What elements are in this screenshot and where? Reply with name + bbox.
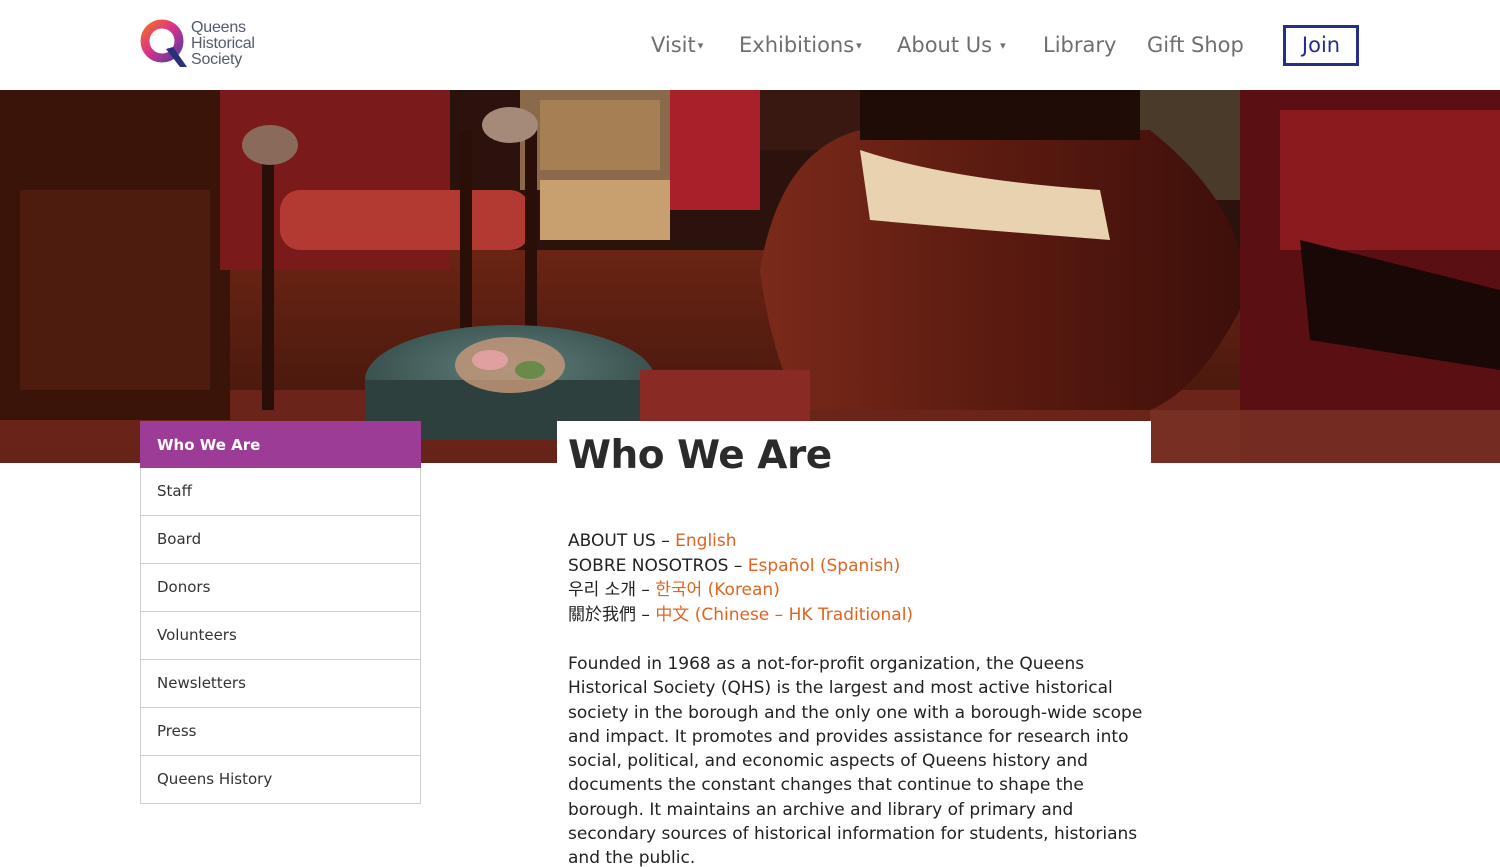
- language-link-korean[interactable]: 한국어 (Korean): [655, 580, 780, 600]
- nav-exhibitions-label: Exhibitions: [739, 33, 855, 57]
- sidebar-item-who-we-are[interactable]: Who We Are: [140, 421, 421, 468]
- nav-about-label: About Us: [897, 33, 993, 57]
- parlor-photo: [0, 90, 1500, 463]
- nav-library[interactable]: Library: [1043, 30, 1116, 60]
- language-prefix: SOBRE NOSOTROS –: [568, 555, 748, 576]
- nav-about-us[interactable]: About Us ▾: [897, 30, 1006, 64]
- sidebar-nav: Who We Are Staff Board Donors Volunteers…: [140, 421, 421, 804]
- sidebar-item-volunteers[interactable]: Volunteers: [140, 612, 421, 660]
- language-line-spanish: SOBRE NOSOTROS – Español (Spanish): [568, 554, 913, 579]
- language-link-chinese[interactable]: 中文 (Chinese – HK Traditional): [655, 605, 913, 625]
- site-header: Queens Historical Society Visit ▾ Exhibit…: [0, 0, 1500, 90]
- nav-visit[interactable]: Visit ▾: [651, 30, 703, 64]
- page-title: Who We Are: [568, 433, 832, 478]
- sidebar-item-staff[interactable]: Staff: [140, 468, 421, 516]
- language-prefix: 關於我們 –: [568, 604, 656, 625]
- nav-gift-shop-label: Gift Shop: [1147, 33, 1244, 57]
- logo-wordmark: Queens Historical Society: [191, 19, 255, 68]
- sidebar-item-queens-history[interactable]: Queens History: [140, 756, 421, 804]
- chevron-down-icon: ▾: [1000, 39, 1006, 52]
- language-line-english: ABOUT US – English: [568, 529, 913, 554]
- hero-image: [0, 90, 1500, 463]
- nav-gift-shop[interactable]: Gift Shop: [1147, 30, 1244, 60]
- nav-library-label: Library: [1043, 33, 1117, 57]
- nav-visit-label: Visit: [651, 33, 696, 57]
- nav-exhibitions[interactable]: Exhibitions ▾: [739, 30, 862, 64]
- language-line-chinese: 關於我們 – 中文 (Chinese – HK Traditional): [568, 603, 913, 628]
- site-logo[interactable]: Queens Historical Society: [140, 19, 270, 71]
- language-prefix: 우리 소개 –: [568, 580, 656, 600]
- sidebar-item-press[interactable]: Press: [140, 708, 421, 756]
- join-button[interactable]: Join: [1283, 25, 1359, 66]
- language-links: ABOUT US – English SOBRE NOSOTROS – Espa…: [568, 529, 913, 627]
- chevron-down-icon: ▾: [856, 39, 862, 52]
- language-line-korean: 우리 소개 – 한국어 (Korean): [568, 578, 913, 603]
- sidebar-item-newsletters[interactable]: Newsletters: [140, 660, 421, 708]
- chevron-down-icon: ▾: [697, 39, 704, 52]
- language-prefix: ABOUT US –: [568, 531, 676, 551]
- language-link-spanish[interactable]: Español (Spanish): [748, 556, 901, 576]
- qhs-logo-icon: [140, 19, 187, 67]
- sidebar-item-donors[interactable]: Donors: [140, 564, 421, 612]
- sidebar-item-board[interactable]: Board: [140, 516, 421, 564]
- about-paragraph: Founded in 1968 as a not-for-profit orga…: [568, 654, 1143, 867]
- language-link-english[interactable]: English: [675, 531, 736, 551]
